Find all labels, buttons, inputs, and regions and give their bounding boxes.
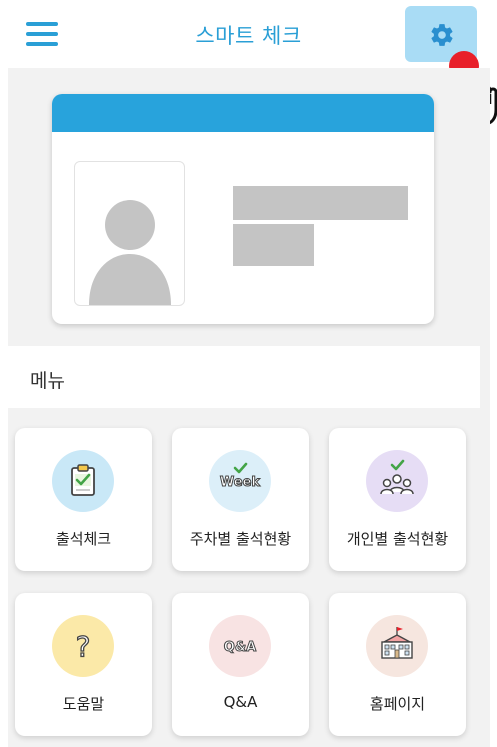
menu-section-header: 메뉴	[8, 346, 480, 408]
individual-circle	[366, 450, 428, 512]
app-header: 스마트 체크	[0, 0, 497, 68]
qa-circle: Q&A	[209, 615, 271, 677]
tile-label: 출석체크	[55, 530, 112, 548]
menu-tile-weekly-status[interactable]: Week 주차별 출석현황	[172, 428, 309, 571]
info-placeholder-bar	[233, 224, 314, 266]
id-card-header-bar	[52, 94, 434, 132]
tile-label: 도움말	[62, 695, 105, 713]
qa-icon: Q&A	[223, 640, 256, 656]
clipboard-check-icon	[71, 464, 95, 496]
qa-text: Q&A	[224, 640, 256, 655]
menu-title: 메뉴	[30, 370, 65, 392]
menu-tile-homepage[interactable]: 홈페이지	[329, 593, 466, 736]
tile-label: Q&A	[223, 693, 258, 711]
homepage-circle	[366, 615, 428, 677]
person-silhouette-icon	[89, 200, 171, 305]
profile-photo	[74, 161, 185, 306]
week-text: Week	[220, 475, 261, 490]
menu-tile-help[interactable]: ? 도움말	[15, 593, 152, 736]
attendance-circle	[52, 450, 114, 512]
menu-tile-individual-status[interactable]: 개인별 출석현황	[329, 428, 466, 571]
svg-text:?: ?	[76, 630, 91, 663]
menu-tile-attendance-check[interactable]: 출석체크	[15, 428, 152, 571]
tile-label: 홈페이지	[369, 695, 426, 713]
help-circle: ?	[52, 615, 114, 677]
tile-label: 주차별 출석현황	[189, 530, 292, 548]
group-check-icon	[380, 459, 414, 495]
week-check-icon: Week	[219, 462, 261, 491]
tile-label: 개인별 출석현황	[346, 530, 449, 548]
weekly-circle: Week	[209, 450, 271, 512]
question-icon: ?	[75, 629, 91, 663]
id-card	[52, 94, 434, 324]
name-placeholder-bar	[233, 186, 408, 220]
menu-tile-qa[interactable]: Q&A Q&A	[172, 593, 309, 736]
school-building-icon	[381, 627, 413, 659]
